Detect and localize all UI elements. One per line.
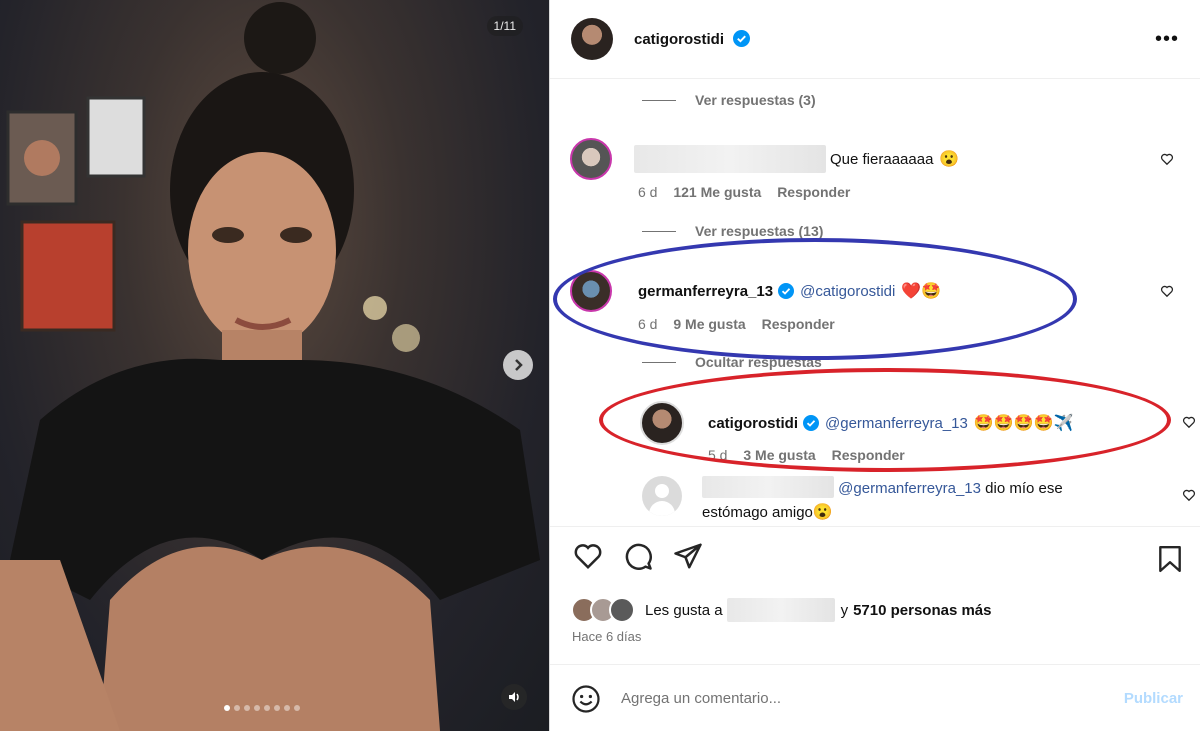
comment-emoji: 😮 — [939, 151, 960, 168]
carousel-dot — [294, 705, 300, 711]
reply-item: @germanferreyra_13 dio mío ese estómago … — [642, 476, 1196, 525]
like-comment-icon[interactable] — [1160, 284, 1174, 298]
likes-summary[interactable]: Les gusta a y 5710 personas más — [571, 597, 991, 623]
carousel-dot — [264, 705, 270, 711]
chevron-right-icon — [515, 359, 523, 371]
comment-emoji: 😮 — [812, 504, 833, 521]
comment-emoji: ❤️🤩 — [901, 283, 942, 300]
reply-divider — [642, 230, 676, 232]
carousel-dots — [224, 705, 300, 711]
volume-button[interactable] — [501, 684, 527, 710]
post-header: catigorostidi ••• — [550, 0, 1200, 79]
comment-likes[interactable]: 3 Me gusta — [743, 447, 815, 463]
post-time: Hace 6 días — [572, 629, 642, 644]
comment-item: germanferreyra_13 @catigorostidi ❤️🤩 6 d… — [570, 270, 1190, 332]
next-image-button[interactable] — [503, 350, 533, 380]
author-username[interactable]: catigorostidi — [634, 31, 724, 48]
reply-button[interactable]: Responder — [832, 447, 905, 463]
verified-badge-icon — [733, 29, 751, 47]
comment-meta: 6 d 9 Me gusta Responder — [638, 316, 1190, 332]
commenter-avatar[interactable] — [570, 270, 612, 312]
comment-time: 6 d — [638, 184, 658, 200]
carousel-dot — [224, 705, 230, 711]
view-replies-link[interactable]: Ver respuestas (13) — [642, 223, 823, 239]
carousel-dot — [244, 705, 250, 711]
commenter-username[interactable]: germanferreyra_13 — [638, 283, 773, 300]
share-icon[interactable] — [673, 541, 703, 571]
carousel-dot — [284, 705, 290, 711]
verified-badge-icon — [778, 283, 795, 299]
photo-illustration — [0, 2, 540, 731]
liker-avatar — [609, 597, 635, 623]
post-actions — [573, 541, 703, 571]
reply-divider — [642, 99, 676, 101]
comment-mention[interactable]: @germanferreyra_13 — [825, 415, 968, 432]
likes-prefix: Les gusta a — [645, 601, 723, 619]
blurred-username — [726, 598, 835, 622]
comment-text: Que fieraaaaaa — [830, 150, 934, 168]
reply-button[interactable]: Responder — [762, 316, 835, 332]
reply-button[interactable]: Responder — [777, 184, 850, 200]
carousel-dot — [234, 705, 240, 711]
blurred-username — [702, 476, 834, 498]
commenter-username[interactable]: catigorostidi — [708, 415, 798, 432]
like-comment-icon[interactable] — [1182, 415, 1196, 429]
likes-count[interactable]: 5710 personas más — [853, 602, 991, 619]
comment-mention[interactable]: @germanferreyra_13 — [838, 480, 981, 497]
reply-divider — [642, 361, 676, 363]
hide-replies-label: Ocultar respuestas — [695, 354, 822, 370]
more-options-icon[interactable]: ••• — [1155, 28, 1179, 51]
reply-body: @germanferreyra_13 dio mío ese estómago … — [702, 476, 1063, 525]
view-replies-label: Ver respuestas (13) — [695, 223, 824, 239]
author-name-row: catigorostidi — [634, 29, 751, 49]
view-replies-link[interactable]: Ver respuestas (3) — [642, 92, 816, 108]
commenter-avatar[interactable] — [640, 401, 684, 445]
comment-likes[interactable]: 121 Me gusta — [673, 184, 761, 200]
comment-text: dio mío ese — [985, 480, 1063, 497]
comment-meta: 6 d 121 Me gusta Responder — [638, 184, 1190, 200]
like-comment-icon[interactable] — [1182, 488, 1196, 502]
comment-meta: 5 d 3 Me gusta Responder — [708, 447, 1190, 463]
post-photo[interactable]: 1/11 — [0, 0, 549, 731]
comment-input[interactable]: Agrega un comentario... — [621, 690, 1124, 707]
like-comment-icon[interactable] — [1160, 152, 1174, 166]
carousel-dot — [274, 705, 280, 711]
bookmark-icon[interactable] — [1157, 545, 1183, 573]
heart-icon[interactable] — [573, 541, 603, 571]
comment-time: 5 d — [708, 447, 728, 463]
comment-icon[interactable] — [623, 541, 653, 571]
emoji-icon[interactable] — [571, 684, 601, 714]
view-replies-label: Ver respuestas (3) — [695, 92, 816, 108]
default-avatar-icon[interactable] — [642, 476, 682, 516]
comment-mention[interactable]: @catigorostidi — [800, 283, 895, 300]
comment-text: estómago amigo — [702, 504, 813, 521]
comment-emoji: 🤩🤩🤩🤩✈️ — [973, 415, 1074, 432]
author-avatar[interactable] — [571, 18, 613, 60]
comment-item: Que fieraaaaaa 😮 6 d 121 Me gusta Respon… — [570, 138, 1190, 200]
commenter-avatar[interactable] — [570, 138, 612, 180]
verified-badge-icon — [803, 415, 820, 431]
hide-replies-link[interactable]: Ocultar respuestas — [642, 354, 822, 370]
carousel-dot — [254, 705, 260, 711]
reply-item: catigorostidi @germanferreyra_13 🤩🤩🤩🤩✈️ … — [640, 401, 1196, 463]
comment-time: 6 d — [638, 316, 658, 332]
publish-button[interactable]: Publicar — [1124, 690, 1183, 707]
blurred-username — [634, 145, 826, 173]
volume-icon — [509, 692, 519, 702]
carousel-counter: 1/11 — [486, 16, 523, 36]
post-side-panel: catigorostidi ••• Ver respuestas (3) Que… — [549, 0, 1200, 731]
likes-conjunction: y — [840, 601, 849, 619]
add-comment-bar: Agrega un comentario... Publicar — [550, 664, 1200, 732]
comment-likes[interactable]: 9 Me gusta — [673, 316, 745, 332]
comments-list[interactable]: Ver respuestas (3) Que fieraaaaaa 😮 6 d … — [550, 80, 1200, 527]
